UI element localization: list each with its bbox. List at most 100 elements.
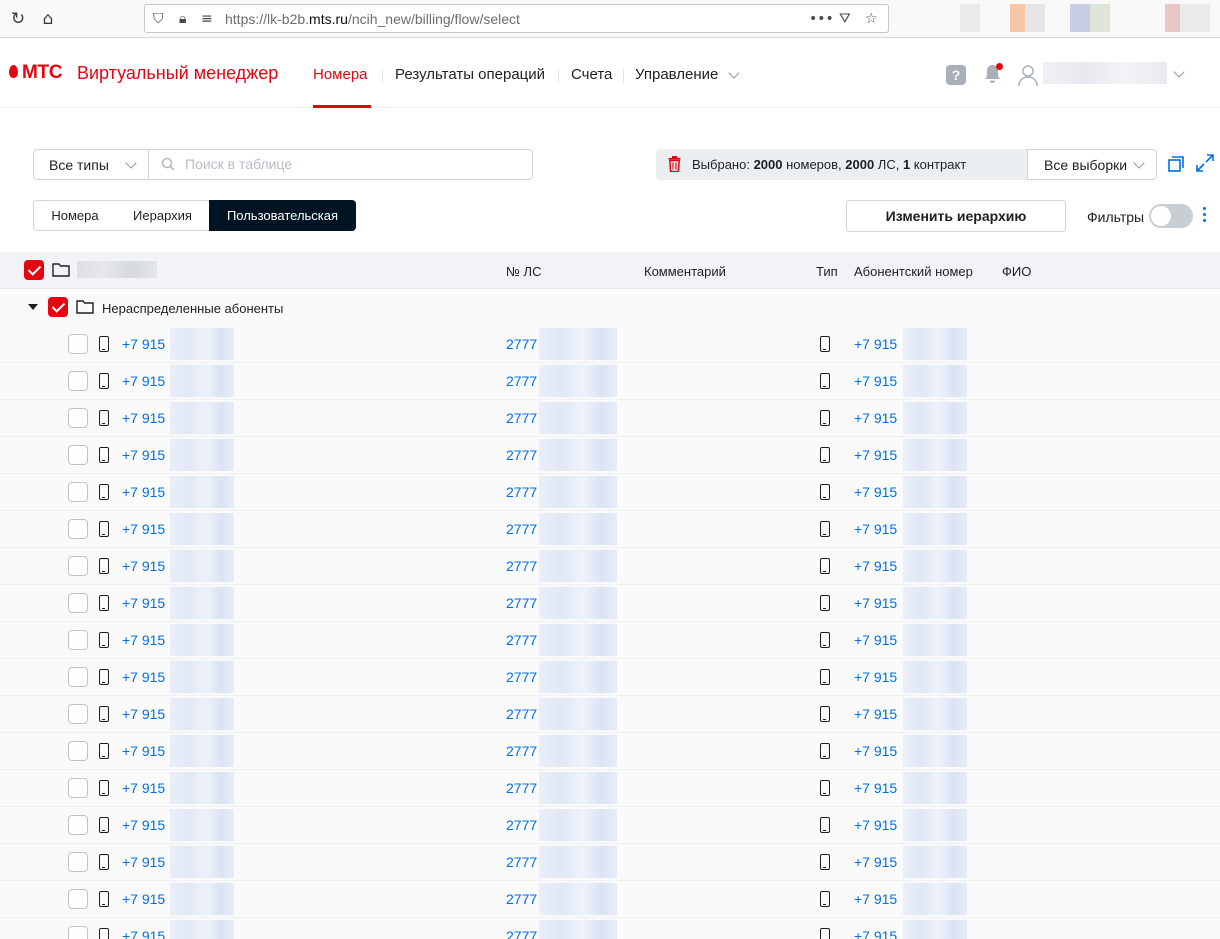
table-row[interactable]: +7 915 2777 +7 915 xyxy=(0,844,1220,881)
table-row[interactable]: +7 915 2777 +7 915 xyxy=(0,807,1220,844)
table-row[interactable]: +7 915 2777 +7 915 xyxy=(0,585,1220,622)
number-link[interactable]: +7 915 xyxy=(122,780,165,796)
row-checkbox[interactable] xyxy=(68,741,88,761)
table-row[interactable]: +7 915 2777 +7 915 xyxy=(0,696,1220,733)
subscriber-number-link[interactable]: +7 915 xyxy=(854,891,897,907)
page-actions-icon[interactable]: ••• xyxy=(809,9,834,29)
nav-management[interactable]: Управление xyxy=(635,66,718,83)
ls-link[interactable]: 2777 xyxy=(506,669,537,685)
ls-link[interactable]: 2777 xyxy=(506,632,537,648)
table-row[interactable]: +7 915 2777 +7 915 xyxy=(0,659,1220,696)
subscriber-number-link[interactable]: +7 915 xyxy=(854,336,897,352)
product-title[interactable]: Виртуальный менеджер xyxy=(77,63,278,84)
group-checkbox[interactable] xyxy=(48,297,68,317)
ls-link[interactable]: 2777 xyxy=(506,558,537,574)
subscriber-number-link[interactable]: +7 915 xyxy=(854,780,897,796)
table-row[interactable]: +7 915 2777 +7 915 xyxy=(0,622,1220,659)
number-link[interactable]: +7 915 xyxy=(122,410,165,426)
ls-link[interactable]: 2777 xyxy=(506,484,537,500)
row-checkbox[interactable] xyxy=(68,926,88,939)
number-link[interactable]: +7 915 xyxy=(122,558,165,574)
ls-link[interactable]: 2777 xyxy=(506,336,537,352)
ls-link[interactable]: 2777 xyxy=(506,706,537,722)
ls-link[interactable]: 2777 xyxy=(506,780,537,796)
number-link[interactable]: +7 915 xyxy=(122,891,165,907)
number-link[interactable]: +7 915 xyxy=(122,854,165,870)
nav-operation-results[interactable]: Результаты операций xyxy=(395,66,545,83)
column-header-comment[interactable]: Комментарий xyxy=(644,264,726,279)
subscriber-number-link[interactable]: +7 915 xyxy=(854,817,897,833)
row-checkbox[interactable] xyxy=(68,852,88,872)
number-link[interactable]: +7 915 xyxy=(122,706,165,722)
change-hierarchy-button[interactable]: Изменить иерархию xyxy=(846,200,1066,232)
number-link[interactable]: +7 915 xyxy=(122,817,165,833)
filters-toggle[interactable] xyxy=(1149,204,1193,228)
subscriber-number-link[interactable]: +7 915 xyxy=(854,558,897,574)
logo[interactable]: МТС xyxy=(22,62,63,84)
column-header-type[interactable]: Тип xyxy=(816,264,838,279)
bookmark-star-icon[interactable]: ☆ xyxy=(865,9,878,29)
subscriber-number-link[interactable]: +7 915 xyxy=(854,669,897,685)
chevron-down-icon[interactable] xyxy=(728,67,740,79)
table-row[interactable]: +7 915 2777 +7 915 xyxy=(0,326,1220,363)
number-link[interactable]: +7 915 xyxy=(122,521,165,537)
permissions-icon[interactable]: ≡ xyxy=(201,9,213,29)
reload-icon[interactable]: ↻ xyxy=(8,9,28,29)
help-button[interactable]: ? xyxy=(946,65,966,85)
group-row[interactable]: Нераспределенные абоненты xyxy=(0,289,1220,326)
row-checkbox[interactable] xyxy=(68,519,88,539)
number-link[interactable]: +7 915 xyxy=(122,669,165,685)
subscriber-number-link[interactable]: +7 915 xyxy=(854,854,897,870)
tab-hierarchy[interactable]: Иерархия xyxy=(116,200,210,231)
table-row[interactable]: +7 915 2777 +7 915 xyxy=(0,548,1220,585)
ls-link[interactable]: 2777 xyxy=(506,891,537,907)
table-row[interactable]: +7 915 2777 +7 915 xyxy=(0,881,1220,918)
table-row[interactable]: +7 915 2777 +7 915 xyxy=(0,918,1220,939)
select-all-checkbox[interactable] xyxy=(24,260,44,280)
ls-link[interactable]: 2777 xyxy=(506,928,537,939)
number-link[interactable]: +7 915 xyxy=(122,373,165,389)
subscriber-number-link[interactable]: +7 915 xyxy=(854,632,897,648)
url-bar[interactable]: ⛉ 🔒︎ ≡ https://lk-b2b.mts.ru/ncih_new/bi… xyxy=(144,4,889,33)
table-row[interactable]: +7 915 2777 +7 915 xyxy=(0,733,1220,770)
subscriber-number-link[interactable]: +7 915 xyxy=(854,521,897,537)
number-link[interactable]: +7 915 xyxy=(122,484,165,500)
subscriber-number-link[interactable]: +7 915 xyxy=(854,447,897,463)
row-checkbox[interactable] xyxy=(68,334,88,354)
user-avatar-icon[interactable] xyxy=(1016,63,1040,87)
open-in-window-icon[interactable] xyxy=(1168,156,1184,172)
table-row[interactable]: +7 915 2777 +7 915 xyxy=(0,363,1220,400)
more-options-icon[interactable] xyxy=(1203,207,1207,225)
number-link[interactable]: +7 915 xyxy=(122,336,165,352)
nav-numbers[interactable]: Номера xyxy=(313,66,368,83)
row-checkbox[interactable] xyxy=(68,482,88,502)
row-checkbox[interactable] xyxy=(68,556,88,576)
ls-link[interactable]: 2777 xyxy=(506,595,537,611)
type-select[interactable]: Все типы xyxy=(33,149,149,180)
search-field[interactable] xyxy=(148,149,533,180)
column-header-ls[interactable]: № ЛС xyxy=(506,264,541,279)
number-link[interactable]: +7 915 xyxy=(122,632,165,648)
ls-link[interactable]: 2777 xyxy=(506,854,537,870)
ls-link[interactable]: 2777 xyxy=(506,521,537,537)
subscriber-number-link[interactable]: +7 915 xyxy=(854,928,897,939)
number-link[interactable]: +7 915 xyxy=(122,595,165,611)
row-checkbox[interactable] xyxy=(68,815,88,835)
column-header-subscriber-number[interactable]: Абонентский номер xyxy=(854,264,973,279)
ls-link[interactable]: 2777 xyxy=(506,410,537,426)
row-checkbox[interactable] xyxy=(68,445,88,465)
row-checkbox[interactable] xyxy=(68,371,88,391)
trash-icon[interactable] xyxy=(668,156,681,172)
row-checkbox[interactable] xyxy=(68,408,88,428)
lock-icon[interactable]: 🔒︎ xyxy=(179,9,186,29)
ls-link[interactable]: 2777 xyxy=(506,743,537,759)
row-checkbox[interactable] xyxy=(68,889,88,909)
nav-bills[interactable]: Счета xyxy=(571,66,612,83)
tab-custom[interactable]: Пользовательская xyxy=(209,200,356,231)
tab-numbers[interactable]: Номера xyxy=(33,200,117,231)
subscriber-number-link[interactable]: +7 915 xyxy=(854,706,897,722)
table-row[interactable]: +7 915 2777 +7 915 xyxy=(0,511,1220,548)
table-row[interactable]: +7 915 2777 +7 915 xyxy=(0,474,1220,511)
row-checkbox[interactable] xyxy=(68,778,88,798)
row-checkbox[interactable] xyxy=(68,704,88,724)
